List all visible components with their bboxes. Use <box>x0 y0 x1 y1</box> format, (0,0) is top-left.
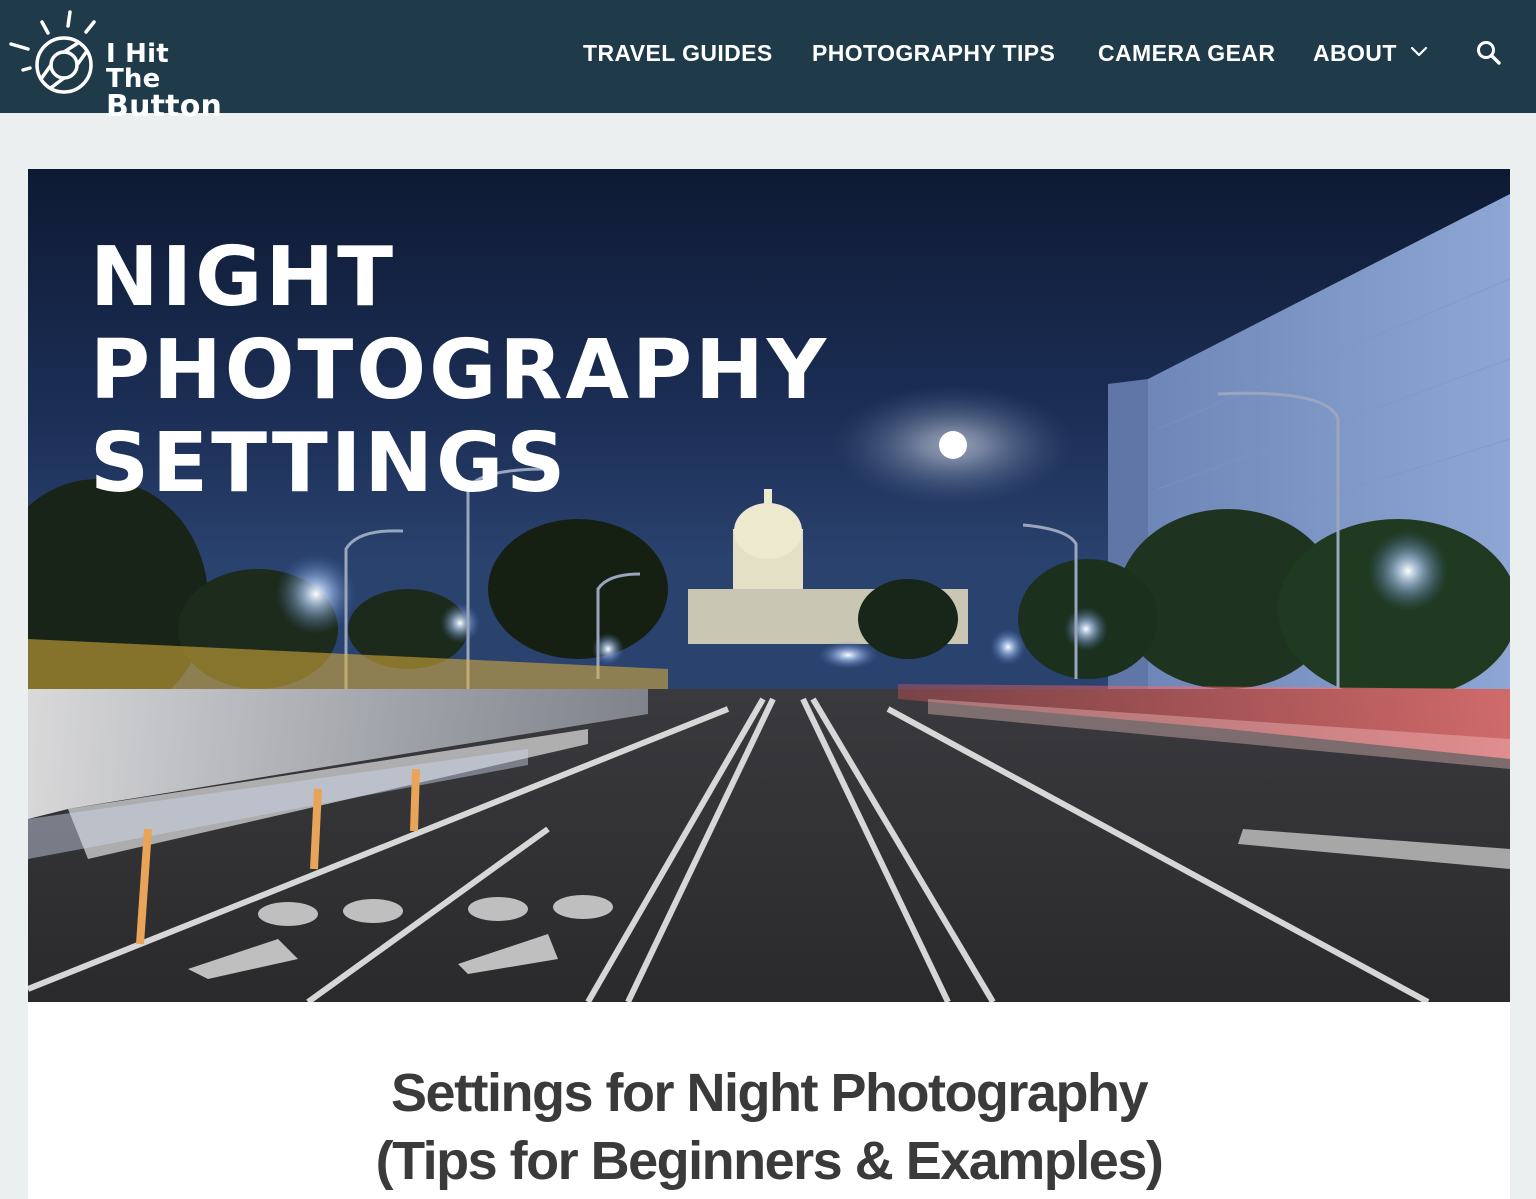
post-card: NIGHT PHOTOGRAPHY SETTINGS Settings for … <box>28 169 1510 1199</box>
chevron-down-icon[interactable] <box>1410 44 1428 60</box>
logo-wordmark: I Hit The Button <box>106 39 228 124</box>
hero-title-line-1: NIGHT <box>90 230 397 325</box>
site-header: I Hit The Button TRAVEL GUIDES PHOTOGRAP… <box>0 0 1536 122</box>
hero-image: NIGHT PHOTOGRAPHY SETTINGS <box>28 169 1510 1002</box>
hero-title: NIGHT PHOTOGRAPHY SETTINGS <box>90 231 829 510</box>
search-icon[interactable] <box>1476 40 1502 66</box>
logo-line-2: Button <box>106 89 223 124</box>
logo-line-1: I Hit The <box>106 39 169 94</box>
nav-photography-tips[interactable]: PHOTOGRAPHY TIPS <box>812 36 1055 70</box>
nav-travel-guides[interactable]: TRAVEL GUIDES <box>583 36 773 70</box>
hero-title-line-2: PHOTOGRAPHY <box>90 323 830 418</box>
post-title-line-2: (Tips for Beginners & Examples) <box>375 1131 1164 1191</box>
camera-aperture-sun-icon <box>9 10 96 94</box>
site-logo[interactable]: I Hit The Button <box>8 8 228 122</box>
post-title: Settings for Night Photography (Tips for… <box>28 1059 1510 1195</box>
nav-about[interactable]: ABOUT <box>1313 36 1397 70</box>
post-title-line-1: Settings for Night Photography <box>391 1063 1148 1123</box>
hero-title-line-3: SETTINGS <box>90 416 569 511</box>
nav-camera-gear[interactable]: CAMERA GEAR <box>1098 36 1275 70</box>
